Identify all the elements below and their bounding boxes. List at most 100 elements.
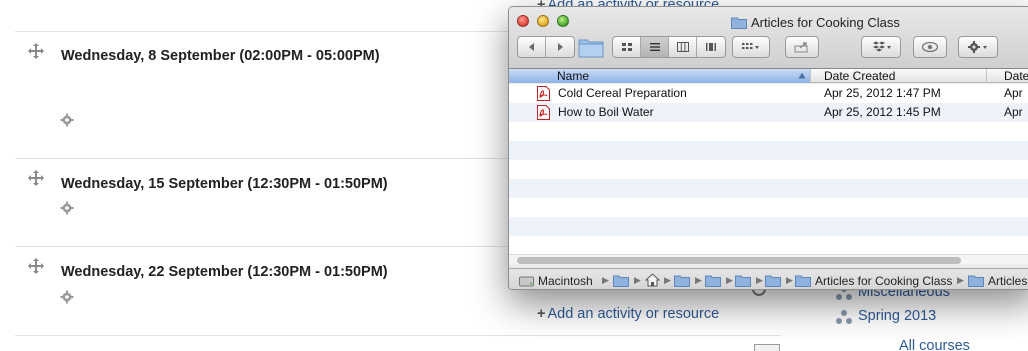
nav-segment bbox=[517, 36, 575, 58]
sidebar-link-spring[interactable]: Spring 2013 bbox=[858, 308, 936, 324]
sidebar-link-all-courses[interactable]: All courses bbox=[899, 338, 970, 351]
view-mode-segment bbox=[612, 36, 726, 58]
path-current-label: Articles bbox=[988, 273, 1028, 288]
titlebar: Articles for Cooking Class bbox=[509, 7, 1028, 69]
folder-icon[interactable] bbox=[735, 274, 751, 287]
column-header-name[interactable]: Name bbox=[509, 69, 811, 83]
file-date-created: Apr 25, 2012 1:47 PM bbox=[824, 86, 941, 100]
category-icon bbox=[836, 310, 852, 324]
gear-icon[interactable] bbox=[60, 113, 74, 127]
gear-icon[interactable] bbox=[60, 290, 74, 304]
empty-row bbox=[509, 236, 1028, 255]
path-separator: ▶ bbox=[664, 275, 671, 285]
session-title: Wednesday, 8 September (02:00PM - 05:00P… bbox=[61, 48, 380, 64]
home-icon[interactable] bbox=[645, 273, 660, 287]
empty-row bbox=[509, 217, 1028, 236]
path-separator: ▶ bbox=[726, 275, 733, 285]
file-name: How to Boil Water bbox=[558, 105, 654, 119]
icon-view-icon bbox=[621, 43, 632, 51]
share-button[interactable] bbox=[785, 36, 819, 58]
file-row[interactable]: How to Boil Water Apr 25, 2012 1:45 PM A… bbox=[509, 103, 1028, 122]
column-header-date-created[interactable]: Date Created bbox=[811, 69, 987, 83]
horizontal-scrollbar[interactable] bbox=[509, 254, 1028, 264]
session-title: Wednesday, 22 September (12:30PM - 01:50… bbox=[61, 264, 388, 280]
arrange-button[interactable] bbox=[732, 36, 770, 58]
file-name: Cold Cereal Preparation bbox=[558, 86, 687, 100]
path-bar: Macintosh ▶ ▶ ▶ ▶ ▶ ▶ ▶ Articles for Coo… bbox=[509, 268, 1028, 289]
column-header-date[interactable]: Date bbox=[987, 69, 1028, 83]
session-title: Wednesday, 15 September (12:30PM - 01:50… bbox=[61, 176, 388, 192]
window-title-text: Articles for Cooking Class bbox=[751, 15, 900, 30]
folder-icon[interactable] bbox=[613, 274, 629, 287]
empty-row bbox=[509, 122, 1028, 141]
list-header: Name Date Created Date bbox=[509, 69, 1028, 83]
folder-icon[interactable] bbox=[578, 36, 604, 58]
path-item-root[interactable]: Macintosh bbox=[519, 273, 593, 288]
file-list: Cold Cereal Preparation Apr 25, 2012 1:4… bbox=[509, 84, 1028, 262]
divider bbox=[15, 335, 781, 336]
scrollbar-thumb[interactable] bbox=[517, 257, 961, 264]
zoom-button[interactable] bbox=[557, 15, 569, 27]
file-date-partial: Apr bbox=[1004, 105, 1023, 119]
path-separator: ▶ bbox=[756, 275, 763, 285]
window-title: Articles for Cooking Class bbox=[731, 15, 900, 30]
column-view-button[interactable] bbox=[669, 37, 697, 57]
minimize-button[interactable] bbox=[537, 15, 549, 27]
empty-row bbox=[509, 198, 1028, 217]
folder-icon[interactable] bbox=[674, 274, 690, 287]
close-button[interactable] bbox=[517, 15, 529, 27]
path-item-folder[interactable]: Articles for Cooking Class bbox=[795, 273, 952, 288]
path-separator: ▶ bbox=[634, 275, 641, 285]
dropbox-button[interactable] bbox=[861, 36, 901, 58]
action-button[interactable] bbox=[958, 36, 998, 58]
empty-row bbox=[509, 141, 1028, 160]
gear-icon bbox=[968, 41, 987, 53]
path-root-label: Macintosh bbox=[538, 273, 593, 288]
path-separator: ▶ bbox=[695, 275, 702, 285]
folder-icon bbox=[968, 275, 984, 287]
path-separator: ▶ bbox=[602, 275, 609, 285]
back-button[interactable] bbox=[518, 37, 546, 57]
path-separator: ▶ bbox=[957, 275, 964, 285]
folder-icon bbox=[795, 275, 811, 287]
hard-drive-icon bbox=[519, 276, 534, 286]
arrange-icon bbox=[742, 43, 759, 49]
pdf-file-icon bbox=[537, 86, 550, 101]
sort-ascending-icon bbox=[798, 72, 806, 79]
folder-icon[interactable] bbox=[765, 274, 781, 287]
add-activity-link-bottom[interactable]: + Add an activity or resource bbox=[537, 306, 719, 322]
file-row[interactable]: Cold Cereal Preparation Apr 25, 2012 1:4… bbox=[509, 84, 1028, 103]
share-icon bbox=[794, 42, 808, 53]
folder-icon[interactable] bbox=[705, 274, 721, 287]
empty-row bbox=[509, 179, 1028, 198]
move-icon[interactable] bbox=[28, 258, 44, 274]
page: +Add an activity or resource Wednesday, … bbox=[0, 0, 1028, 351]
eye-icon bbox=[921, 41, 939, 53]
add-activity-label: Add an activity or resource bbox=[547, 306, 720, 322]
back-arrow-icon bbox=[528, 43, 534, 51]
move-icon[interactable] bbox=[28, 170, 44, 186]
list-view-button[interactable] bbox=[641, 37, 669, 57]
list-view-icon bbox=[649, 43, 660, 51]
forward-button[interactable] bbox=[546, 37, 574, 57]
gear-icon[interactable] bbox=[60, 201, 74, 215]
finder-window: Articles for Cooking Class Name Date Cre… bbox=[508, 6, 1028, 290]
column-header-name-label: Name bbox=[557, 69, 590, 83]
pdf-file-icon bbox=[537, 105, 550, 120]
path-separator: ▶ bbox=[786, 275, 793, 285]
icon-view-button[interactable] bbox=[613, 37, 641, 57]
empty-row bbox=[509, 160, 1028, 179]
forward-arrow-icon bbox=[558, 43, 563, 51]
file-date-created: Apr 25, 2012 1:45 PM bbox=[824, 105, 941, 119]
column-view-icon bbox=[676, 42, 689, 52]
quick-look-button[interactable] bbox=[913, 36, 947, 58]
file-date-partial: Apr bbox=[1004, 86, 1023, 100]
small-grid-icon bbox=[754, 344, 780, 351]
folder-icon bbox=[731, 17, 747, 29]
coverflow-view-icon bbox=[706, 43, 716, 51]
move-icon[interactable] bbox=[28, 43, 44, 59]
path-item-current[interactable]: Articles bbox=[968, 273, 1027, 288]
dropbox-icon bbox=[873, 41, 891, 52]
coverflow-view-button[interactable] bbox=[697, 37, 725, 57]
path-folder-label: Articles for Cooking Class bbox=[815, 273, 953, 288]
